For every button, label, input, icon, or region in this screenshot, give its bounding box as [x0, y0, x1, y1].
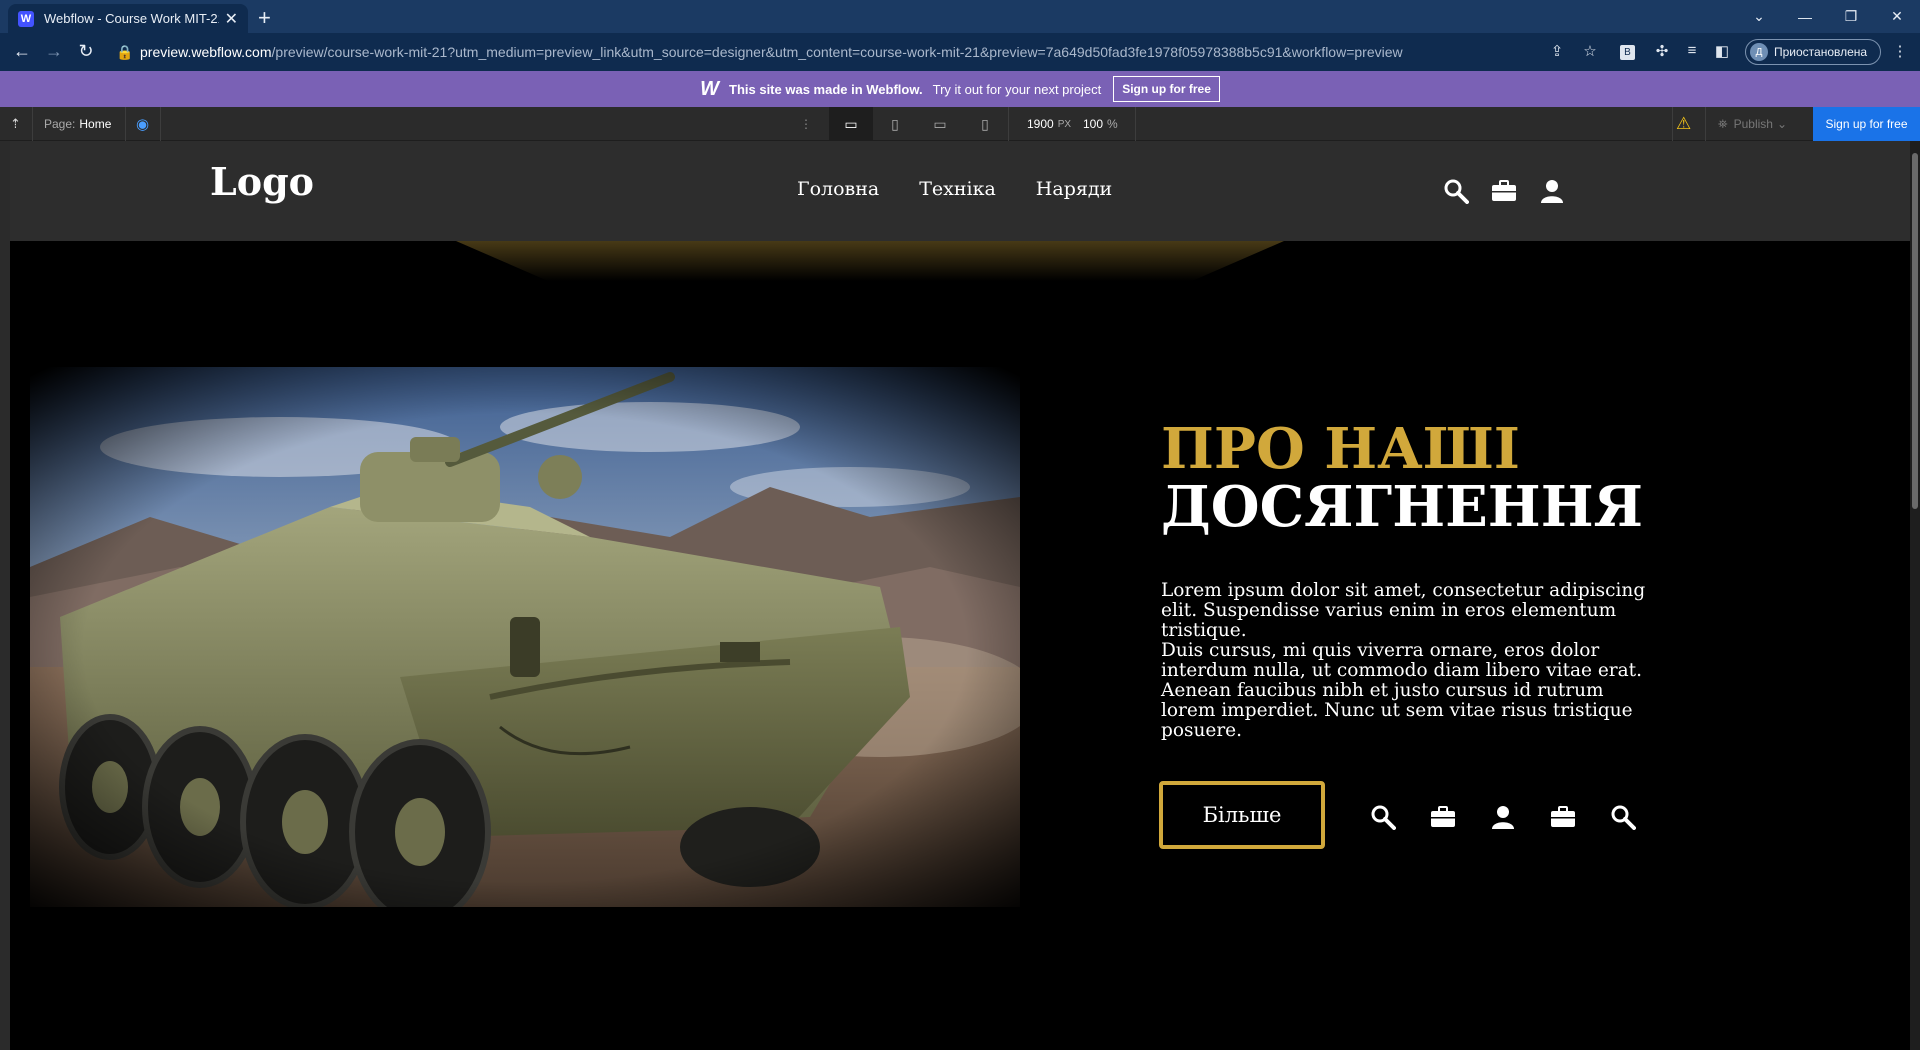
- forward-icon[interactable]: →: [42, 41, 66, 62]
- width-value: 1900: [1027, 117, 1054, 131]
- url-host: preview.webflow.com: [140, 44, 272, 60]
- side-panel-icon[interactable]: ◧: [1712, 42, 1732, 62]
- browser-tab[interactable]: W Webflow - Course Work MIT-21 ✕: [8, 4, 248, 33]
- tab-search-chevron-icon[interactable]: ⌄: [1736, 0, 1782, 33]
- close-window-icon[interactable]: ✕: [1874, 0, 1920, 33]
- chevron-down-icon: ⌄: [1776, 117, 1788, 131]
- zoom-value: 100: [1083, 117, 1104, 131]
- site-navbar: Logo Головна Техніка Наряди: [10, 141, 1910, 241]
- zoom-readout[interactable]: 100 %: [1083, 107, 1118, 141]
- heading-line-gold: ПРО НАШІ: [1161, 416, 1520, 482]
- desktop-breakpoint-icon[interactable]: ▭: [829, 107, 873, 141]
- url-field[interactable]: 🔒 preview.webflow.com/preview/course-wor…: [106, 38, 1596, 66]
- user-icon[interactable]: [1490, 804, 1516, 830]
- search-icon[interactable]: [1610, 804, 1636, 830]
- briefcase-icon[interactable]: [1550, 804, 1576, 830]
- hero-heading: ПРО НАШІ ДОСЯГНЕННЯ: [1161, 420, 1643, 536]
- publish-label: Publish: [1733, 117, 1773, 131]
- banner-try-text: Try it out for your next project: [932, 81, 1102, 97]
- tab-close-icon[interactable]: ✕: [225, 9, 238, 29]
- profile-avatar: Д: [1750, 43, 1768, 61]
- profile-label: Приостановлена: [1774, 45, 1868, 59]
- page-label: Page:: [44, 117, 76, 131]
- canvas-left-gutter: [0, 141, 10, 1050]
- warning-icon[interactable]: ⚠: [1676, 107, 1691, 141]
- reading-list-icon[interactable]: ≡: [1682, 42, 1702, 62]
- url-path: /preview/course-work-mit-21?utm_medium=p…: [271, 44, 1403, 60]
- nav-link-equipment[interactable]: Техніка: [919, 178, 996, 200]
- width-unit: PX: [1057, 118, 1072, 130]
- hero-paragraph-1: Lorem ipsum dolor sit amet, consectetur …: [1161, 580, 1646, 641]
- webflow-favicon-icon: W: [18, 10, 34, 27]
- hero-top-glow: [456, 241, 1284, 281]
- user-icon[interactable]: [1539, 178, 1565, 204]
- page-name: Home: [79, 117, 112, 131]
- site-viewport: Logo Головна Техніка Наряди ПРО НАШІ ДОС…: [10, 141, 1910, 1050]
- export-icon[interactable]: ⇡: [10, 107, 21, 141]
- address-bar-row: ← → ↻ 🔒 preview.webflow.com/preview/cour…: [0, 33, 1920, 71]
- scrollbar-thumb[interactable]: [1912, 153, 1918, 509]
- mobile-portrait-breakpoint-icon[interactable]: ▯: [963, 107, 1007, 141]
- mobile-landscape-breakpoint-icon[interactable]: ▭: [918, 107, 962, 141]
- reload-icon[interactable]: ↻: [74, 41, 98, 62]
- site-nav-links: Головна Техніка Наряди: [797, 178, 1112, 200]
- extension-badge-icon[interactable]: B: [1620, 45, 1635, 60]
- tab-title: Webflow - Course Work MIT-21: [44, 11, 219, 26]
- banner-signup-button[interactable]: Sign up for free: [1113, 76, 1220, 102]
- toolbar-signup-button[interactable]: Sign up for free: [1813, 107, 1920, 141]
- bookmark-star-icon[interactable]: ☆: [1580, 42, 1600, 62]
- lock-icon: 🔒: [116, 43, 134, 60]
- zoom-unit: %: [1107, 117, 1118, 131]
- publish-rocket-icon: ⛯: [1718, 116, 1728, 131]
- page-scrollbar[interactable]: [1910, 141, 1920, 1050]
- preview-eye-icon[interactable]: ◉: [136, 107, 149, 141]
- extensions-puzzle-icon[interactable]: ✣: [1652, 42, 1672, 62]
- hero-paragraph-2: Duis cursus, mi quis viverra ornare, ero…: [1161, 640, 1642, 741]
- webflow-logo-icon: W: [700, 77, 719, 100]
- publish-button[interactable]: ⛯ Publish ⌄: [1718, 107, 1787, 141]
- webflow-promo-banner: W This site was made in Webflow. Try it …: [0, 71, 1920, 107]
- banner-made-text: This site was made in Webflow.: [729, 81, 923, 97]
- webflow-preview-toolbar: ⇡ Page: Home ◉ ⋮ ▭ ▯ ▭ ▯ 1900 PX 100 % ⚠…: [0, 107, 1920, 141]
- more-options-icon[interactable]: ⋮: [800, 107, 812, 141]
- back-icon[interactable]: ←: [10, 41, 34, 62]
- browser-menu-icon[interactable]: ⋮: [1890, 42, 1910, 62]
- browser-tab-strip: W Webflow - Course Work MIT-21 ✕ + ⌄ — ❐…: [0, 0, 1920, 33]
- nav-link-duties[interactable]: Наряди: [1036, 178, 1112, 200]
- heading-line-white: ДОСЯГНЕННЯ: [1161, 474, 1643, 540]
- site-logo[interactable]: Logo: [210, 159, 314, 204]
- header-icons: [1443, 178, 1565, 204]
- minimize-icon[interactable]: —: [1782, 0, 1828, 33]
- canvas-width-readout[interactable]: 1900 PX: [1027, 107, 1071, 141]
- tablet-breakpoint-icon[interactable]: ▯: [873, 107, 917, 141]
- share-icon[interactable]: ⇪: [1547, 42, 1567, 62]
- hero-icon-row: [1370, 804, 1636, 830]
- briefcase-icon[interactable]: [1430, 804, 1456, 830]
- search-icon[interactable]: [1443, 178, 1469, 204]
- search-icon[interactable]: [1370, 804, 1396, 830]
- restore-icon[interactable]: ❐: [1828, 0, 1874, 33]
- page-selector[interactable]: Page: Home: [44, 107, 111, 141]
- armored-vehicle-image: [30, 367, 1020, 907]
- nav-link-home[interactable]: Головна: [797, 178, 879, 200]
- new-tab-icon[interactable]: +: [258, 5, 271, 31]
- briefcase-icon[interactable]: [1491, 178, 1517, 204]
- profile-button[interactable]: Д Приостановлена: [1745, 39, 1881, 65]
- more-button[interactable]: Більше: [1159, 781, 1325, 849]
